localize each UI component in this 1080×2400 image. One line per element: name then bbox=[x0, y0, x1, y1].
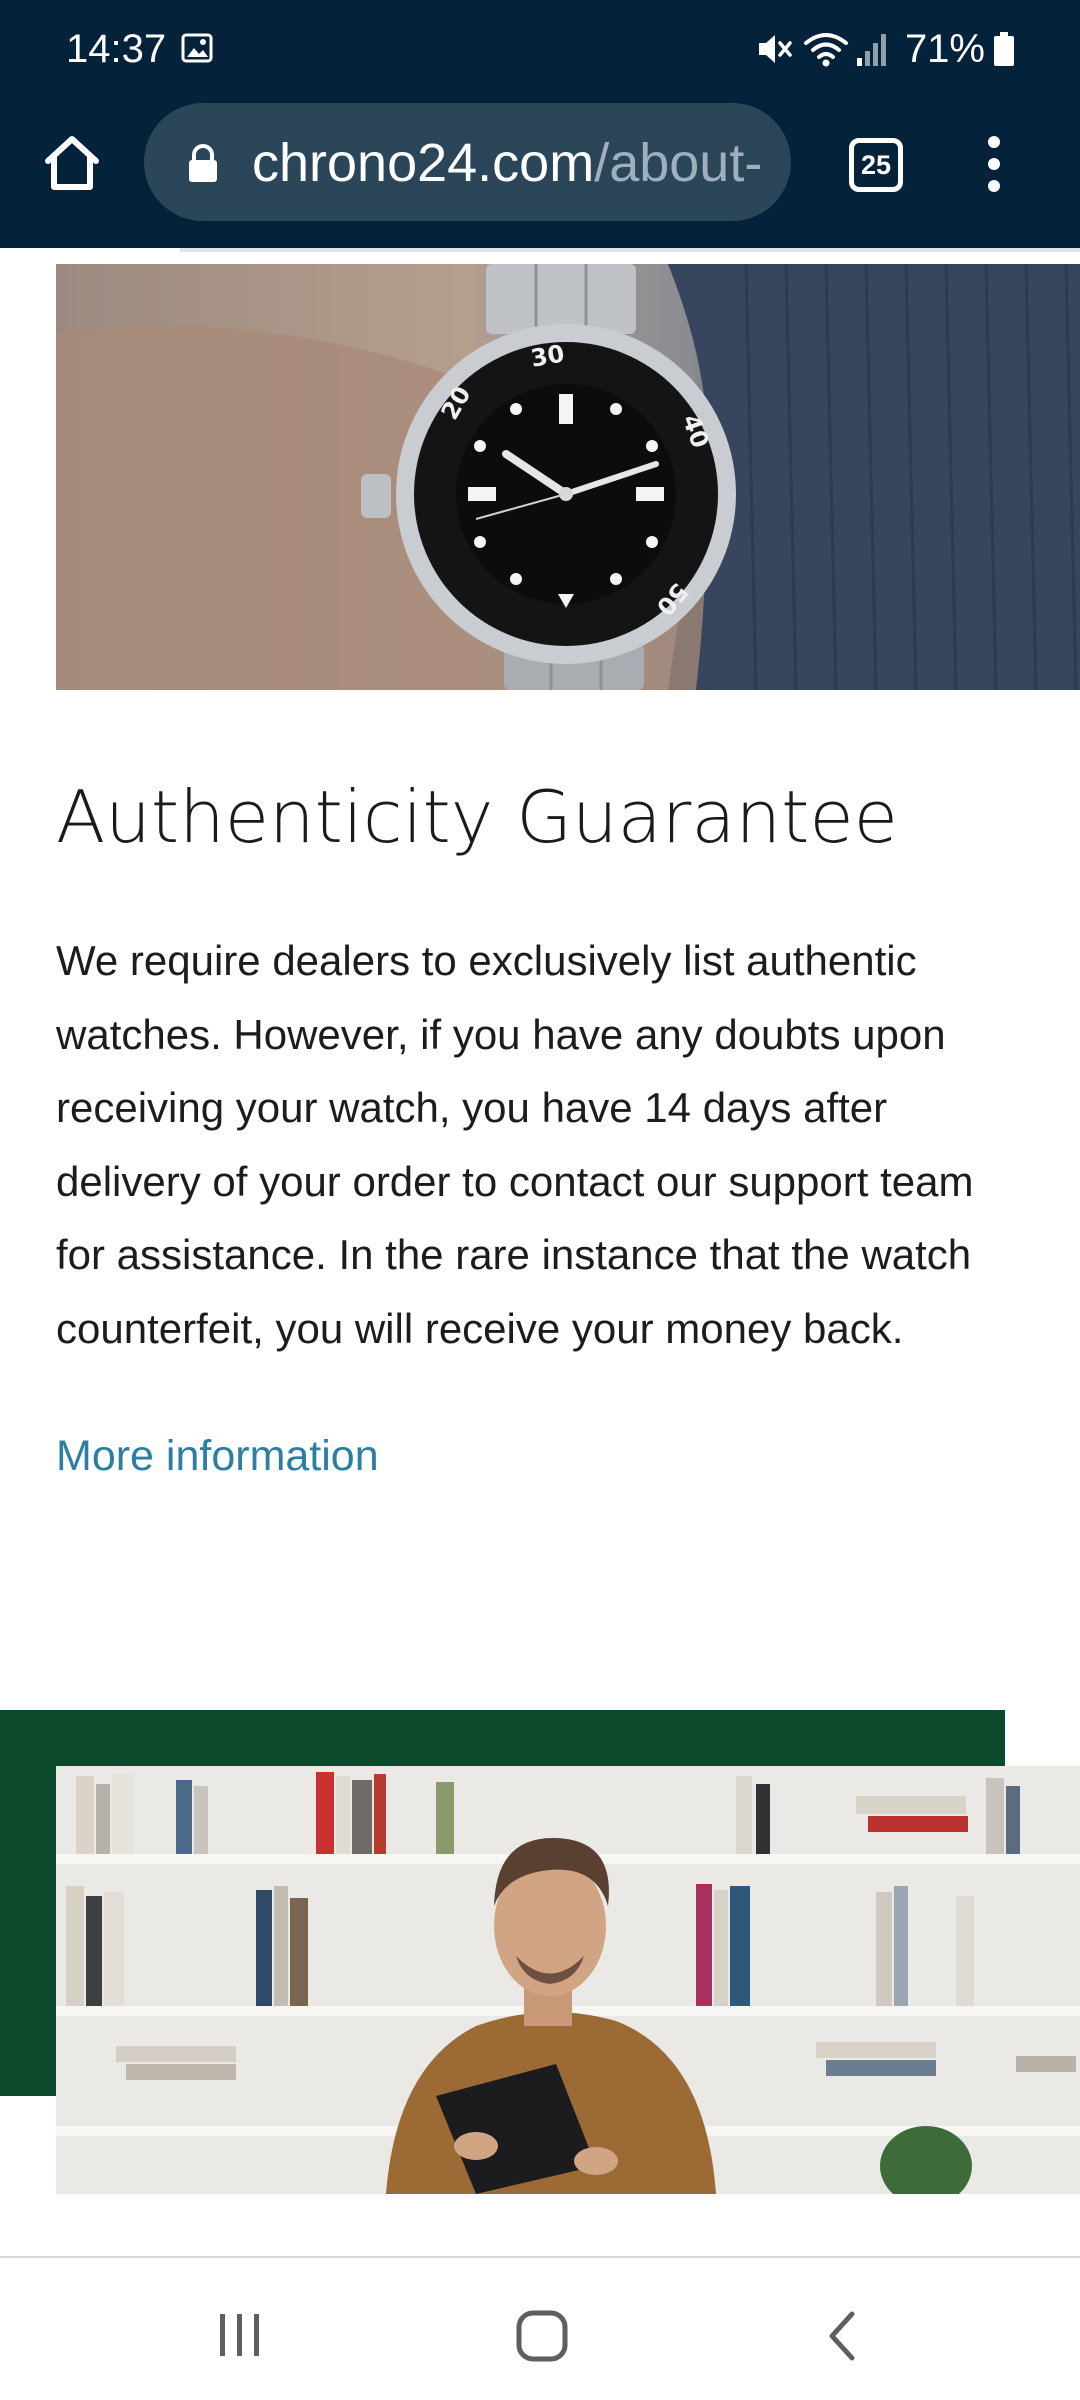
reader-illustration bbox=[56, 1766, 1080, 2194]
status-time: 14:37 bbox=[66, 27, 167, 71]
tab-switcher-icon[interactable]: 25 bbox=[849, 138, 903, 192]
url-path: /about- bbox=[594, 133, 763, 193]
back-icon[interactable] bbox=[818, 2306, 868, 2366]
signal-icon bbox=[856, 34, 886, 66]
tab-count: 25 bbox=[860, 150, 892, 180]
section-body: We require dealers to exclusively list a… bbox=[56, 924, 1080, 1368]
watch-illustration: 20 30 40 50 bbox=[56, 264, 1080, 690]
url-text: chrono24.com/about- bbox=[252, 131, 762, 195]
body-line: counterfeit, you will receive your money… bbox=[56, 1304, 904, 1352]
more-menu-icon[interactable] bbox=[978, 134, 1014, 194]
body-line: delivery of your order to contact our su… bbox=[56, 1157, 974, 1205]
recent-apps-icon[interactable] bbox=[210, 2310, 270, 2360]
body-line: for assistance. In the rare instance tha… bbox=[56, 1231, 972, 1278]
body-line: watches. However, if you have any doubts… bbox=[56, 1010, 946, 1058]
url-domain: chrono24.com bbox=[252, 133, 595, 193]
watch-photo: 20 30 40 50 bbox=[56, 264, 1080, 690]
system-navigation-bar bbox=[0, 2256, 1080, 2400]
wifi-icon bbox=[803, 33, 848, 67]
home-icon[interactable] bbox=[512, 2306, 572, 2366]
battery-percent: 71% bbox=[904, 27, 985, 71]
battery-icon bbox=[994, 32, 1014, 66]
more-information-link[interactable]: More information bbox=[56, 1428, 379, 1484]
browser-toolbar: chrono24.com/about- 25 bbox=[0, 98, 1080, 248]
lock-icon bbox=[189, 144, 217, 182]
address-bar[interactable]: chrono24.com/about- bbox=[144, 103, 791, 221]
page-load-progress bbox=[180, 248, 1080, 252]
gallery-icon bbox=[181, 33, 213, 63]
status-bar: 14:37 71% bbox=[0, 0, 1080, 98]
status-indicators: 71% bbox=[755, 24, 1015, 74]
reader-photo bbox=[56, 1766, 1080, 2194]
home-icon[interactable] bbox=[40, 131, 104, 195]
mute-icon bbox=[758, 35, 792, 63]
body-line: receiving your watch, you have 14 days a… bbox=[56, 1084, 888, 1131]
body-line: We require dealers to exclusively list a… bbox=[56, 937, 917, 984]
section-title: Authenticity Guarantee bbox=[56, 775, 898, 859]
bezel-number-30: 30 bbox=[529, 339, 567, 372]
